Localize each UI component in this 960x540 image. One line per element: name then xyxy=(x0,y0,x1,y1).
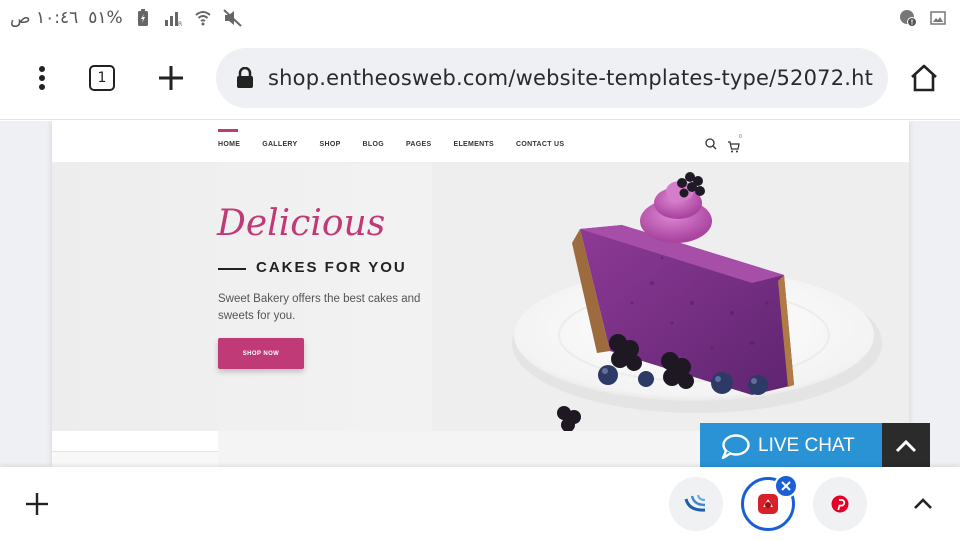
shop-now-button[interactable]: SHOP NOW xyxy=(218,338,304,369)
url-text: shop.entheosweb.com/website-templates-ty… xyxy=(268,66,874,90)
hero-section: Delicious CAKES FOR YOU Sweet Bakery off… xyxy=(52,163,909,431)
svg-text:R: R xyxy=(178,21,182,26)
cart-icon xyxy=(728,141,740,153)
nav-elements[interactable]: ELEMENTS xyxy=(453,141,494,148)
clock: ١٠:٤٦ ص xyxy=(10,8,79,28)
page-content: HOME GALLERY SHOP BLOG PAGES ELEMENTS CO… xyxy=(0,121,960,467)
url-bar[interactable]: shop.entheosweb.com/website-templates-ty… xyxy=(216,48,888,108)
bottom-bar xyxy=(0,467,960,540)
nav-active-indicator xyxy=(218,129,238,132)
cart-count: 0 xyxy=(739,134,742,140)
hero-script-title: Delicious xyxy=(217,203,386,244)
battery-percent: ٥١% xyxy=(88,8,123,28)
plus-icon xyxy=(26,493,48,515)
more-vertical-icon xyxy=(39,66,45,90)
chevron-up-icon xyxy=(914,498,932,509)
menu-button[interactable] xyxy=(24,60,60,96)
home-button[interactable] xyxy=(906,60,942,96)
wifi-icon xyxy=(193,8,213,28)
hero-title-line xyxy=(218,268,246,270)
close-icon xyxy=(781,481,791,491)
browser-toolbar: 1 shop.entheosweb.com/website-templates-… xyxy=(0,36,960,120)
chat-expand-button[interactable] xyxy=(882,423,930,468)
nav-shop[interactable]: SHOP xyxy=(320,141,341,148)
pinterest-button[interactable] xyxy=(813,477,867,531)
battery-icon xyxy=(133,8,153,28)
mute-icon xyxy=(222,8,243,28)
nav-contact[interactable]: CONTACT US xyxy=(516,141,564,148)
lock-icon xyxy=(237,67,253,88)
cart-button[interactable]: 0 xyxy=(727,134,743,153)
tabs-button[interactable]: 1 xyxy=(84,60,120,96)
status-right xyxy=(898,8,948,28)
nav-pages[interactable]: PAGES xyxy=(406,141,432,148)
chat-bubble-icon xyxy=(721,433,750,459)
hero-title: CAKES FOR YOU xyxy=(256,259,407,276)
notification-alert-icon xyxy=(898,8,918,28)
signal-icon: R xyxy=(163,8,183,28)
expand-bar-button[interactable] xyxy=(906,489,940,519)
jquery-app-icon xyxy=(684,494,706,512)
home-icon xyxy=(911,64,937,92)
nav-home[interactable]: HOME xyxy=(218,141,240,148)
cake-image xyxy=(432,163,909,431)
chevron-up-icon xyxy=(895,439,917,452)
red-app-icon xyxy=(758,494,778,514)
tab-count: 1 xyxy=(89,65,115,91)
status-left: ١٠:٤٦ ص ٥١% R xyxy=(10,6,243,30)
site-nav: HOME GALLERY SHOP BLOG PAGES ELEMENTS CO… xyxy=(52,121,909,163)
nav-blog[interactable]: BLOG xyxy=(363,141,384,148)
search-icon[interactable] xyxy=(705,138,717,150)
live-chat-button[interactable]: LIVE CHAT xyxy=(700,423,882,468)
nav-icons: 0 xyxy=(705,134,743,153)
pinterest-icon xyxy=(831,495,849,513)
nav-gallery[interactable]: GALLERY xyxy=(262,141,297,148)
live-chat-label: LIVE CHAT xyxy=(758,434,855,456)
close-bubble-button[interactable] xyxy=(774,474,798,498)
add-bookmark-button[interactable] xyxy=(22,489,52,519)
jquery-app-button[interactable] xyxy=(669,477,723,531)
section-strip-left xyxy=(52,451,218,467)
hero-description: Sweet Bakery offers the best cakes and s… xyxy=(218,293,421,322)
plus-icon xyxy=(159,66,183,90)
image-icon xyxy=(928,8,948,28)
status-bar: ١٠:٤٦ ص ٥١% R xyxy=(0,0,960,36)
new-tab-button[interactable] xyxy=(153,60,189,96)
nav-items: HOME GALLERY SHOP BLOG PAGES ELEMENTS CO… xyxy=(218,141,586,148)
website-preview: HOME GALLERY SHOP BLOG PAGES ELEMENTS CO… xyxy=(52,121,909,467)
